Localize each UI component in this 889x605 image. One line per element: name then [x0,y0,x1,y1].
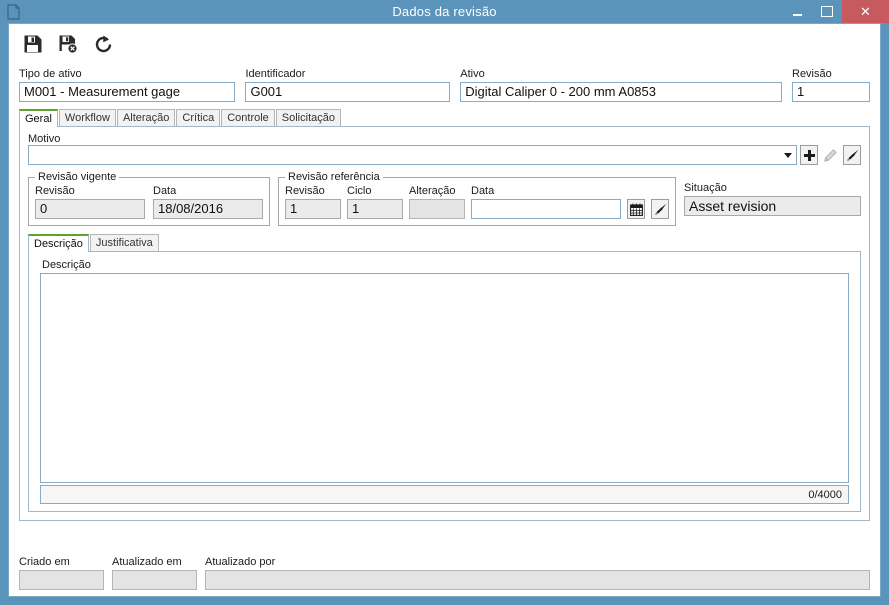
asset-type-label: Tipo de ativo [19,68,82,80]
asset-input[interactable]: Digital Caliper 0 - 200 mm A0853 [460,82,782,102]
reference-cycle-label: Ciclo [347,185,372,197]
description-label: Descrição [42,259,91,271]
chevron-down-icon [784,153,792,158]
tab-justificativa[interactable]: Justificativa [89,234,159,251]
updated-by-label: Atualizado por [205,556,276,568]
asset-field: Ativo Digital Caliper 0 - 200 mm A0853 [460,68,782,102]
eraser-icon [654,203,667,216]
reference-change-field: Alteração [409,185,465,219]
close-button[interactable]: ✕ [842,0,889,23]
title-bar[interactable]: Dados da revisão ✕ [0,0,889,23]
tab-critica[interactable]: Crítica [176,109,221,126]
plus-icon [803,149,815,161]
motivo-edit-button[interactable] [821,145,840,165]
reference-cycle-field: Ciclo 1 [347,185,403,219]
current-revision-label: Revisão [35,185,75,197]
created-at-input [19,570,104,590]
reference-revision-label: Revisão [285,185,325,197]
save-icon [23,34,43,54]
current-revision-field: Revisão 0 [35,185,145,219]
save-and-close-button[interactable] [56,32,80,56]
geral-tab-panel: Motivo Revisão vigente Revisão 0 Data 18… [19,127,870,521]
maximize-icon [821,6,833,17]
asset-type-field: Tipo de ativo M001 - Measurement gage [19,68,236,102]
motivo-clear-button[interactable] [843,145,861,165]
form-body: Tipo de ativo M001 - Measurement gage Id… [9,64,880,596]
current-date-input: 18/08/2016 [153,199,263,219]
description-tabstrip: Descrição Justificativa [28,233,861,252]
reference-revision-field: Revisão 1 [285,185,341,219]
revision-label: Revisão [792,68,832,80]
situation-label: Situação [684,182,727,194]
reference-date-clear-button[interactable] [651,199,669,219]
current-date-field: Data 18/08/2016 [153,185,263,219]
updated-at-input [112,570,197,590]
tab-alteracao[interactable]: Alteração [116,109,176,126]
refresh-button[interactable] [91,32,115,56]
asset-type-input[interactable]: M001 - Measurement gage [19,82,236,102]
description-textarea[interactable] [40,273,849,483]
window-controls: ✕ [782,0,889,23]
reference-change-label: Alteração [409,185,456,197]
client-area: Tipo de ativo M001 - Measurement gage Id… [8,23,881,597]
identifier-field: Identificador G001 [245,68,451,102]
main-tabstrip: Geral Workflow Alteração Crítica Control… [19,108,870,127]
motivo-add-button[interactable] [800,145,818,165]
refresh-icon [93,34,114,55]
minimize-icon [792,13,802,16]
updated-by-field: Atualizado por [205,556,870,590]
revision-input[interactable]: 1 [792,82,870,102]
pencil-icon [824,148,837,162]
revision-field: Revisão 1 [792,68,870,102]
calendar-icon [629,203,643,216]
identifier-label: Identificador [245,68,306,80]
reference-revision-legend: Revisão referência [288,171,380,183]
situation-field: Situação Asset revision [684,182,861,216]
updated-at-label: Atualizado em [112,556,182,568]
window-title: Dados da revisão [392,4,497,19]
description-tab-panel: Descrição 0/4000 [28,252,861,512]
reference-date-label: Data [471,185,495,197]
current-revision-input: 0 [35,199,145,219]
description-char-counter: 0/4000 [40,485,849,504]
tab-workflow[interactable]: Workflow [58,109,116,126]
current-revision-legend: Revisão vigente [38,171,117,183]
reference-revision-group: Revisão referência Revisão 1 Ciclo 1 Alt… [278,171,676,226]
reference-cycle-input: 1 [347,199,403,219]
audit-footer: Criado em Atualizado em Atualizado por [19,556,870,590]
situation-input: Asset revision [684,196,861,216]
eraser-icon [846,149,859,162]
tab-descricao[interactable]: Descrição [28,234,89,252]
updated-at-field: Atualizado em [112,556,197,590]
current-revision-group: Revisão vigente Revisão 0 Data 18/08/201… [28,171,270,226]
motivo-combo[interactable] [28,145,797,165]
tab-solicitacao[interactable]: Solicitação [275,109,341,126]
current-date-label: Data [153,185,177,197]
motivo-label: Motivo [28,133,61,145]
tab-geral[interactable]: Geral [19,109,58,127]
updated-by-input [205,570,870,590]
reference-change-input [409,199,465,219]
document-icon [0,0,26,23]
reference-date-input[interactable] [471,199,621,219]
identifier-input[interactable]: G001 [245,82,451,102]
tab-controle[interactable]: Controle [221,109,275,126]
motivo-field: Motivo [28,133,861,165]
reference-date-field: Data [471,185,621,219]
created-at-field: Criado em [19,556,104,590]
minimize-button[interactable] [782,0,812,23]
reference-date-calendar-button[interactable] [627,199,645,219]
reference-revision-input: 1 [285,199,341,219]
maximize-button[interactable] [812,0,842,23]
header-fields: Tipo de ativo M001 - Measurement gage Id… [19,64,870,102]
dialog-window: Dados da revisão ✕ Tipo de ativo M001 - … [0,0,889,605]
save-button[interactable] [21,32,45,56]
description-section: Descrição Justificativa Descrição 0/4000 [28,233,861,512]
save-close-icon [58,34,78,54]
toolbar [9,24,880,64]
asset-label: Ativo [460,68,485,80]
created-at-label: Criado em [19,556,70,568]
